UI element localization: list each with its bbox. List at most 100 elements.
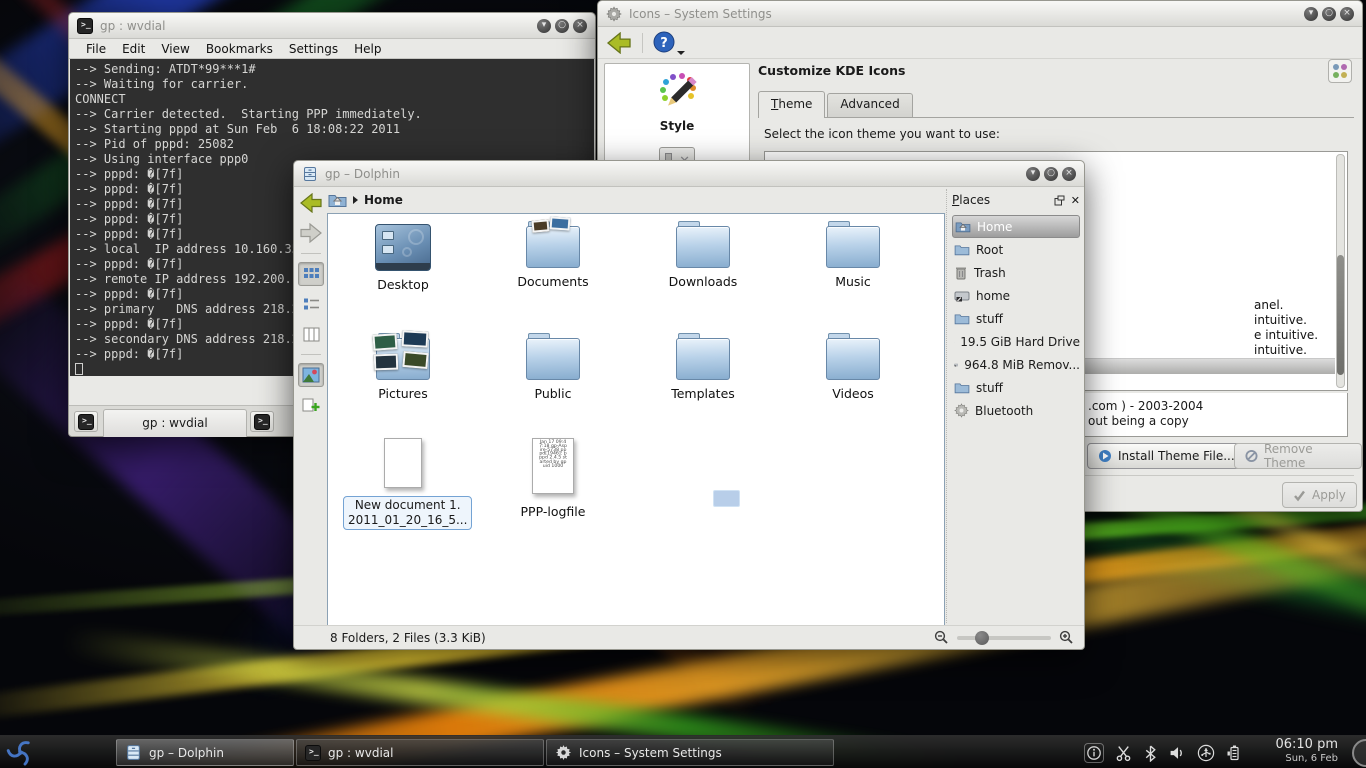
install-theme-button[interactable]: Install Theme File... <box>1087 443 1246 469</box>
forward-button[interactable] <box>298 221 324 245</box>
new-tab-button[interactable]: >_ <box>74 411 98 432</box>
info-tray-button[interactable] <box>1084 743 1104 763</box>
places-item-home-drive[interactable]: home <box>952 284 1080 307</box>
icons-view-button[interactable] <box>298 262 324 286</box>
details-view-button[interactable] <box>298 292 324 316</box>
zoom-slider[interactable] <box>957 636 1051 640</box>
folder-item-videos[interactable]: Videos <box>793 334 913 401</box>
folder-icon-pictures <box>376 338 430 380</box>
tab-theme[interactable]: Theme <box>758 91 825 118</box>
description-fragment: out being a copy <box>1088 414 1189 428</box>
volume-icon[interactable] <box>1169 745 1186 761</box>
minimize-icon[interactable]: ▾ <box>1304 7 1318 21</box>
scrollbar[interactable] <box>1336 154 1345 388</box>
terminal-icon: >_ <box>77 18 93 34</box>
task-wvdial[interactable]: >_ gp : wvdial <box>296 739 544 766</box>
breadcrumb-home[interactable]: Home <box>364 193 403 207</box>
maximize-icon[interactable]: ○ <box>555 19 569 33</box>
close-panel-icon[interactable]: ✕ <box>1071 194 1080 207</box>
folder-icon-videos <box>826 338 880 380</box>
folder-icon-downloads <box>676 226 730 268</box>
menu-view[interactable]: View <box>154 41 196 57</box>
places-panel: Places ✕ Home Root <box>946 189 1082 623</box>
sidebar-item-style[interactable]: Style <box>605 64 749 133</box>
split-view-button[interactable] <box>298 393 324 417</box>
zoom-out-icon[interactable] <box>934 630 949 645</box>
tab-advanced[interactable]: Advanced <box>827 93 912 118</box>
dolphin-view[interactable]: Desktop Documents Downloads Music <box>327 213 945 626</box>
panel-cashew-icon[interactable] <box>1352 739 1366 767</box>
folder-icon-desktop <box>375 224 431 271</box>
terminal-tab[interactable]: gp : wvdial <box>103 409 247 437</box>
file-item-new-document[interactable]: New document 1. 2011_01_20_16_5... <box>343 434 463 530</box>
places-item-trash[interactable]: Trash <box>952 261 1080 284</box>
back-button[interactable] <box>298 191 324 215</box>
icons-view-icon <box>303 267 320 282</box>
close-icon[interactable]: × <box>1340 7 1354 21</box>
help-button[interactable]: ? <box>653 31 683 55</box>
dolphin-titlebar[interactable]: gp – Dolphin ▾ ○ × <box>294 161 1084 187</box>
bluetooth-icon[interactable] <box>1143 745 1158 762</box>
system-settings-titlebar[interactable]: Icons – System Settings ▾ ○ × <box>598 1 1362 27</box>
file-item-ppp-logfile[interactable]: Jan 17 09:4 7:18 gp-Asp ire-5738 pp pd[1… <box>493 434 613 519</box>
menu-bookmarks[interactable]: Bookmarks <box>199 41 280 57</box>
back-icon[interactable] <box>606 32 632 54</box>
columns-view-button[interactable] <box>298 322 324 346</box>
places-item-hard-drive[interactable]: 19.5 GiB Hard Drive <box>952 330 1080 353</box>
clock[interactable]: 06:10 pm Sun, 6 Feb <box>1275 738 1338 766</box>
forward-icon <box>299 223 323 243</box>
folder-item-public[interactable]: Public <box>493 334 613 401</box>
menu-edit[interactable]: Edit <box>115 41 152 57</box>
remove-theme-button[interactable]: Remove Theme <box>1234 443 1362 469</box>
system-tray <box>1084 743 1242 763</box>
instruction-text: Select the icon theme you want to use: <box>764 127 1000 141</box>
places-item-stuff[interactable]: stuff <box>952 307 1080 330</box>
clock-time: 06:10 pm <box>1275 738 1338 752</box>
float-panel-icon[interactable] <box>1054 195 1065 206</box>
zoom-slider-handle[interactable] <box>975 631 989 645</box>
places-item-stuff-2[interactable]: stuff <box>952 376 1080 399</box>
folder-item-documents[interactable]: Documents <box>493 222 613 289</box>
folder-item-desktop[interactable]: Desktop <box>343 222 463 292</box>
apply-button[interactable]: Apply <box>1282 482 1357 508</box>
folder-item-music[interactable]: Music <box>793 222 913 289</box>
chevron-down-icon <box>677 51 685 55</box>
maximize-icon[interactable]: ○ <box>1044 167 1058 181</box>
terminal-titlebar[interactable]: >_ gp : wvdial ▾ ○ × <box>69 13 595 39</box>
scrollbar-thumb[interactable] <box>1337 255 1344 375</box>
places-item-root[interactable]: Root <box>952 238 1080 261</box>
tab-list-button[interactable]: >_ <box>250 411 274 432</box>
dolphin-title: gp – Dolphin <box>325 167 400 181</box>
minimize-icon[interactable]: ▾ <box>1026 167 1040 181</box>
launcher-icon[interactable] <box>5 737 36 768</box>
module-overview-icon[interactable] <box>1328 59 1352 83</box>
logfile-icon: Jan 17 09:4 7:18 gp-Asp ire-5738 pp pd[1… <box>532 438 574 494</box>
list-text-fragment: anel. <box>1254 298 1366 313</box>
menu-settings[interactable]: Settings <box>282 41 345 57</box>
home-folder-icon[interactable] <box>328 192 347 208</box>
desktop: >_ gp : wvdial ▾ ○ × File Edit View Book… <box>0 0 1366 768</box>
list-text-fragment: intuitive. <box>1254 343 1366 358</box>
folder-item-downloads[interactable]: Downloads <box>643 222 763 289</box>
battery-icon[interactable] <box>1226 744 1242 762</box>
places-header: Places <box>952 193 1048 207</box>
task-system-settings[interactable]: Icons – System Settings <box>546 739 834 766</box>
places-item-removable[interactable]: 964.8 MiB Remov... <box>952 353 1080 376</box>
task-dolphin[interactable]: gp – Dolphin <box>116 739 294 766</box>
zoom-in-icon[interactable] <box>1059 630 1074 645</box>
back-icon <box>299 193 323 213</box>
usb-device-icon[interactable] <box>1197 744 1215 762</box>
menu-help[interactable]: Help <box>347 41 388 57</box>
folder-item-pictures[interactable]: Pictures <box>343 334 463 401</box>
places-item-home[interactable]: Home <box>952 215 1080 238</box>
minimize-icon[interactable]: ▾ <box>537 19 551 33</box>
close-icon[interactable]: × <box>1062 167 1076 181</box>
places-item-bluetooth[interactable]: Bluetooth <box>952 399 1080 422</box>
menu-file[interactable]: File <box>79 41 113 57</box>
maximize-icon[interactable]: ○ <box>1322 7 1336 21</box>
close-icon[interactable]: × <box>573 19 587 33</box>
preview-button[interactable] <box>298 363 324 387</box>
columns-view-icon <box>303 327 320 342</box>
folder-item-templates[interactable]: Templates <box>643 334 763 401</box>
clipboard-scissors-icon[interactable] <box>1115 745 1132 762</box>
